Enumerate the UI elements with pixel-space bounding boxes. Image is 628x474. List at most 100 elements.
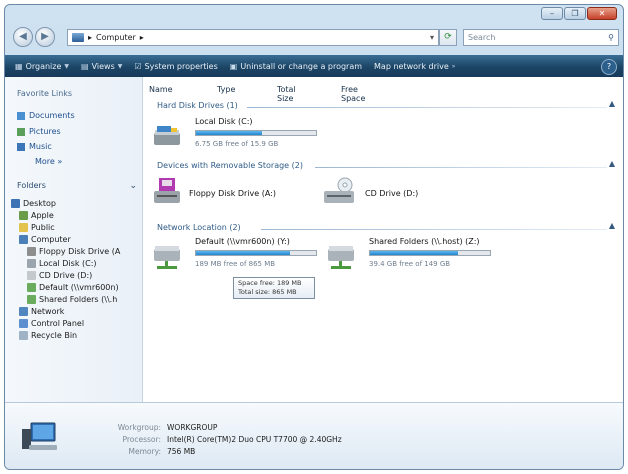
user-folder-icon <box>19 211 28 220</box>
favorite-pictures[interactable]: Pictures <box>17 127 61 136</box>
group-network-location[interactable]: Network Location (2) <box>157 223 241 232</box>
map-network-drive-button[interactable]: Map network drive» <box>374 62 455 71</box>
documents-icon <box>17 111 25 120</box>
collapse-arrow-icon[interactable]: ▲ <box>609 99 615 108</box>
search-icon[interactable]: ⚲ <box>608 33 614 42</box>
network-drive-icon <box>27 283 36 292</box>
organize-icon: ▦ <box>15 61 23 71</box>
control-panel-icon <box>19 319 28 328</box>
back-button[interactable]: ◀ <box>13 27 33 47</box>
help-icon[interactable]: ? <box>601 59 617 75</box>
caption-buttons: – ❐ ✕ <box>541 7 617 20</box>
favorite-music[interactable]: Music <box>17 142 52 151</box>
tree-item-apple[interactable]: Apple <box>19 211 54 220</box>
drive-usage-fill <box>370 251 458 255</box>
uninstall-program-button[interactable]: ▣ Uninstall or change a program <box>230 62 362 71</box>
drive-local-disk[interactable]: Local Disk (C:) 6.75 GB free of 15.9 GB <box>153 117 333 151</box>
search-input[interactable]: Search ⚲ <box>463 29 619 46</box>
drive-name: CD Drive (D:) <box>365 189 419 198</box>
drive-free-space: 189 MB free of 865 MB <box>195 260 276 268</box>
views-menu[interactable]: ▤ Views ▼ <box>81 62 122 71</box>
system-properties-icon: ☑ <box>134 61 142 71</box>
tree-item-shared-folders[interactable]: Shared Folders (\\.h <box>27 295 117 304</box>
drive-shared-folders[interactable]: Shared Folders (\\.host) (Z:) 39.4 GB fr… <box>327 237 507 273</box>
tree-item-cd-drive[interactable]: CD Drive (D:) <box>27 271 92 280</box>
more-link[interactable]: More » <box>35 157 62 166</box>
tree-item-label: Public <box>31 223 55 232</box>
favorite-label: Documents <box>29 111 75 120</box>
floppy-drive-icon <box>154 178 180 203</box>
computer-icon <box>22 422 57 450</box>
favorite-label: Pictures <box>29 127 61 136</box>
tree-item-label: Network <box>31 307 65 316</box>
tree-item-floppy[interactable]: Floppy Disk Drive (A <box>27 247 120 256</box>
folders-header[interactable]: Folders ⌄ <box>17 181 137 191</box>
programs-icon: ▣ <box>229 61 238 71</box>
drive-usage-fill <box>196 251 290 255</box>
drive-tooltip: Space free: 189 MB Total size: 865 MB <box>233 277 315 299</box>
drive-default-share[interactable]: Default (\\vmr600n) (Y:) 189 MB free of … <box>153 237 333 273</box>
breadcrumb-separator-icon: ▸ <box>88 33 93 42</box>
address-dropdown-icon[interactable]: ▾ <box>426 33 438 42</box>
tree-item-computer[interactable]: Computer <box>19 235 71 244</box>
chevron-down-icon[interactable]: ⌄ <box>129 181 137 191</box>
favorite-label: Music <box>29 142 52 151</box>
tree-item-label: CD Drive (D:) <box>39 271 93 280</box>
group-removable-storage[interactable]: Devices with Removable Storage (2) <box>157 161 303 170</box>
tree-item-default-share[interactable]: Default (\\vmr600n) <box>27 283 119 292</box>
refresh-button[interactable]: ⟳ <box>439 29 457 46</box>
favorite-links-title: Favorite Links <box>17 89 73 98</box>
tree-item-network[interactable]: Network <box>19 307 64 316</box>
computer-icon <box>72 33 84 42</box>
column-free-space[interactable]: Free Space <box>341 85 365 103</box>
tree-item-label: Shared Folders (\\.h <box>39 295 118 304</box>
address-bar[interactable]: ▸ Computer ▸ ▾ <box>67 29 439 46</box>
cd-drive-icon <box>324 177 354 203</box>
system-properties-button[interactable]: ☑ System properties <box>134 62 217 71</box>
tooltip-space-free: Space free: 189 MB <box>238 279 302 287</box>
content-pane: Name Type Total Size Free Space Hard Dis… <box>143 77 623 402</box>
detail-label: Processor: <box>122 435 161 444</box>
views-label: Views <box>91 61 115 71</box>
collapse-arrow-icon[interactable]: ▲ <box>609 159 615 168</box>
collapse-arrow-icon[interactable]: ▲ <box>609 221 615 230</box>
detail-value: WORKGROUP <box>167 423 218 432</box>
computer-icon <box>19 235 28 244</box>
system-properties-label: System properties <box>144 61 218 71</box>
tree-item-label: Default (\\vmr600n) <box>39 283 119 292</box>
minimize-button[interactable]: – <box>541 7 563 20</box>
chevron-down-icon: ▼ <box>117 62 123 70</box>
desktop-icon <box>11 199 20 208</box>
network-icon <box>19 307 28 316</box>
tree-item-recycle-bin[interactable]: Recycle Bin <box>19 331 77 340</box>
tree-item-local-disk[interactable]: Local Disk (C:) <box>27 259 97 268</box>
tree-item-label: Floppy Disk Drive (A <box>39 247 121 256</box>
tree-item-desktop[interactable]: Desktop <box>11 199 56 208</box>
folders-title: Folders <box>17 181 46 190</box>
column-name[interactable]: Name <box>149 85 173 94</box>
maximize-button[interactable]: ❐ <box>564 7 586 20</box>
detail-workgroup: Workgroup: WORKGROUP <box>115 423 218 432</box>
drive-free-space: 39.4 GB free of 149 GB <box>369 260 451 268</box>
column-total-size[interactable]: Total Size <box>277 85 296 103</box>
breadcrumb-computer[interactable]: Computer <box>96 33 136 42</box>
favorite-documents[interactable]: Documents <box>17 111 75 120</box>
drive-name: Local Disk (C:) <box>195 117 253 126</box>
group-hard-disk-drives[interactable]: Hard Disk Drives (1) <box>157 101 238 110</box>
drive-floppy[interactable]: Floppy Disk Drive (A:) <box>153 177 323 211</box>
tree-item-control-panel[interactable]: Control Panel <box>19 319 84 328</box>
tree-item-public[interactable]: Public <box>19 223 55 232</box>
organize-menu[interactable]: ▦ Organize ▼ <box>15 62 69 71</box>
group-divider <box>247 107 607 108</box>
map-network-drive-label: Map network drive <box>374 61 449 71</box>
search-placeholder: Search <box>468 33 496 42</box>
hard-drive-icon <box>27 259 36 268</box>
command-toolbar: ▦ Organize ▼ ▤ Views ▼ ☑ System properties ▣ U… <box>5 55 623 77</box>
drive-cd[interactable]: CD Drive (D:) <box>323 177 493 211</box>
breadcrumb-separator-icon: ▸ <box>139 33 144 42</box>
close-button[interactable]: ✕ <box>587 7 617 20</box>
forward-button[interactable]: ▶ <box>35 27 55 47</box>
column-type[interactable]: Type <box>217 85 235 94</box>
chevron-right-icon: » <box>451 62 456 70</box>
group-divider <box>261 229 607 230</box>
